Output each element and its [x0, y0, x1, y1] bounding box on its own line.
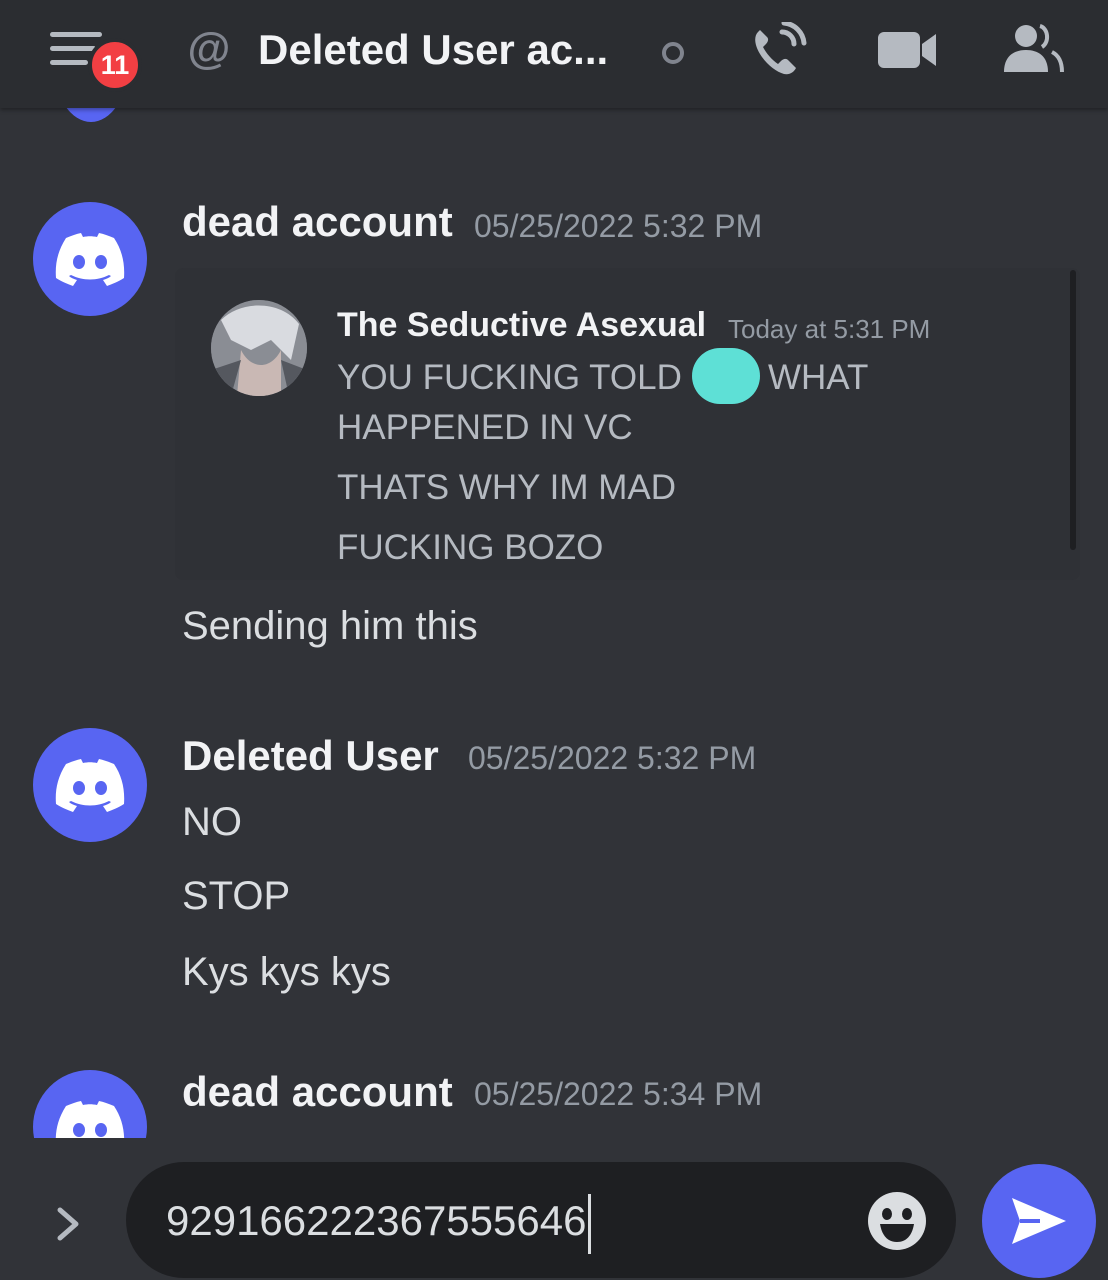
message-list[interactable]: dead account 05/25/2022 5:32 PM The Sedu…: [0, 108, 1108, 1138]
quoted-text-line: HAPPENED IN VC: [337, 408, 633, 447]
at-icon: @: [187, 24, 231, 73]
quoted-text-line: YOU FUCKING TOLD: [337, 358, 682, 397]
quoted-timestamp: Today at 5:31 PM: [728, 314, 931, 344]
quoted-author-name: The Seductive Asexual: [337, 306, 707, 344]
avatar[interactable]: [33, 1070, 147, 1138]
emoji-icon[interactable]: [866, 1190, 928, 1252]
status-offline-icon: [662, 42, 684, 64]
message-composer: 929166222367555646: [0, 1138, 1108, 1280]
avatar[interactable]: [54, 108, 128, 122]
channel-header: 11 @ Deleted User ac...: [0, 0, 1108, 108]
chevron-right-icon[interactable]: [48, 1202, 88, 1246]
message-text: STOP: [182, 874, 291, 918]
message-input-text[interactable]: 929166222367555646: [166, 1194, 592, 1254]
message-text: NO: [182, 800, 242, 844]
quoted-author-avatar: [211, 300, 307, 396]
redaction-mark: [692, 348, 760, 404]
message-timestamp: 05/25/2022 5:32 PM: [474, 208, 763, 244]
quoted-text-line: FUCKING BOZO: [337, 528, 604, 567]
voice-call-icon[interactable]: [748, 20, 808, 78]
avatar[interactable]: [33, 728, 147, 842]
avatar[interactable]: [33, 202, 147, 316]
embed-scrollbar[interactable]: [1070, 270, 1076, 550]
message-author[interactable]: dead account: [182, 1068, 453, 1116]
quoted-text-line: THATS WHY IM MAD: [337, 468, 676, 507]
message-timestamp: 05/25/2022 5:32 PM: [468, 740, 757, 776]
channel-title[interactable]: Deleted User ac...: [258, 22, 648, 78]
message-author[interactable]: dead account: [182, 198, 453, 246]
video-call-icon[interactable]: [876, 22, 936, 78]
text-caret: [588, 1194, 592, 1254]
quoted-text-line: WHAT: [768, 358, 869, 397]
dm-screen: 11 @ Deleted User ac... dead account 05/…: [0, 0, 1108, 1280]
message-text: Sending him this: [182, 604, 478, 648]
message-text: Kys kys kys: [182, 950, 391, 994]
send-icon: [1012, 1198, 1066, 1244]
member-list-icon[interactable]: [1002, 22, 1064, 78]
message-input[interactable]: 929166222367555646: [126, 1162, 956, 1278]
message-timestamp: 05/25/2022 5:34 PM: [474, 1076, 763, 1112]
message-author[interactable]: Deleted User: [182, 732, 439, 780]
unread-badge: 11: [88, 38, 142, 92]
send-button[interactable]: [982, 1164, 1096, 1278]
